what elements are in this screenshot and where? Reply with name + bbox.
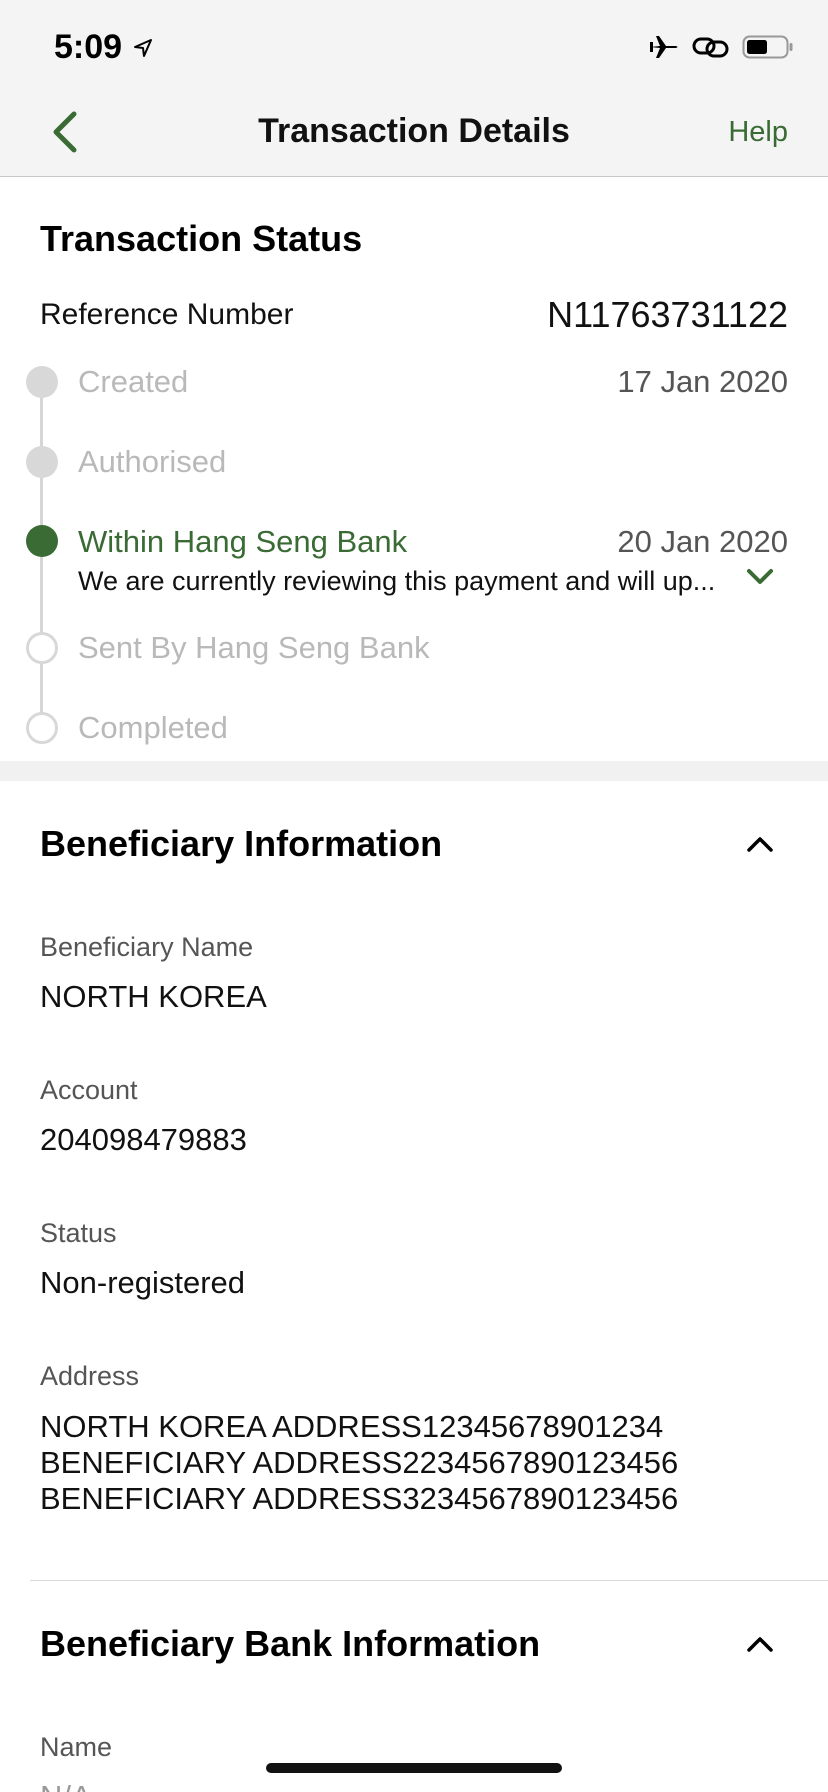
step-date-created: 17 Jan 2020 <box>617 364 788 399</box>
step-note-within-bank: We are currently reviewing this payment … <box>78 566 716 596</box>
beneficiary-name-label: Beneficiary Name <box>40 932 254 962</box>
status-icons <box>648 33 794 61</box>
status-label: Status <box>40 1218 117 1248</box>
airplane-icon <box>650 36 678 58</box>
reference-number-value: N11763731122 <box>547 294 788 335</box>
step-dot-authorised <box>26 446 58 478</box>
step-label-completed: Completed <box>78 710 228 745</box>
bank-name-label: Name <box>40 1732 113 1762</box>
page-title: Transaction Details <box>258 112 570 150</box>
step-label-sent: Sent By Hang Seng Bank <box>78 630 430 665</box>
home-indicator[interactable] <box>266 1763 562 1773</box>
address-line-1: NORTH KOREA ADDRESS12345678901234 <box>40 1409 664 1444</box>
step-dot-completed <box>26 712 58 744</box>
status-value: Non-registered <box>40 1265 246 1300</box>
account-value: 204098479883 <box>40 1122 247 1157</box>
step-dot-sent <box>26 632 58 664</box>
link-icon <box>692 37 729 58</box>
step-dot-created <box>26 366 58 398</box>
collapse-chevron-icon[interactable] <box>746 1634 774 1654</box>
status-bar: 5:09 <box>0 0 828 88</box>
account-label: Account <box>40 1075 138 1105</box>
collapse-chevron-icon[interactable] <box>746 834 774 854</box>
step-label-authorised: Authorised <box>78 444 227 479</box>
beneficiary-name-value: NORTH KOREA <box>40 979 267 1014</box>
bank-name-value: N/A <box>40 1779 92 1792</box>
location-arrow-icon <box>134 39 152 57</box>
address-label: Address <box>40 1361 140 1391</box>
step-dot-within-bank <box>26 525 58 557</box>
divider <box>30 1580 828 1581</box>
beneficiary-bank-info-title: Beneficiary Bank Information <box>40 1623 541 1664</box>
help-link[interactable]: Help <box>728 116 788 149</box>
battery-icon <box>742 35 793 59</box>
expand-chevron-icon[interactable] <box>746 566 774 588</box>
address-line-3: BENEFICIARY ADDRESS3234567890123456 <box>40 1481 679 1516</box>
nav-bar: Transaction Details Help <box>0 88 828 177</box>
step-label-created: Created <box>78 364 189 399</box>
transaction-status-title: Transaction Status <box>40 218 363 259</box>
beneficiary-info-title: Beneficiary Information <box>40 823 443 864</box>
status-time: 5:09 <box>54 28 123 66</box>
reference-number-label: Reference Number <box>40 298 294 331</box>
address-line-2: BENEFICIARY ADDRESS2234567890123456 <box>40 1445 679 1480</box>
step-label-within-bank: Within Hang Seng Bank <box>78 524 408 559</box>
section-separator <box>0 761 828 781</box>
step-date-within-bank: 20 Jan 2020 <box>617 524 788 559</box>
